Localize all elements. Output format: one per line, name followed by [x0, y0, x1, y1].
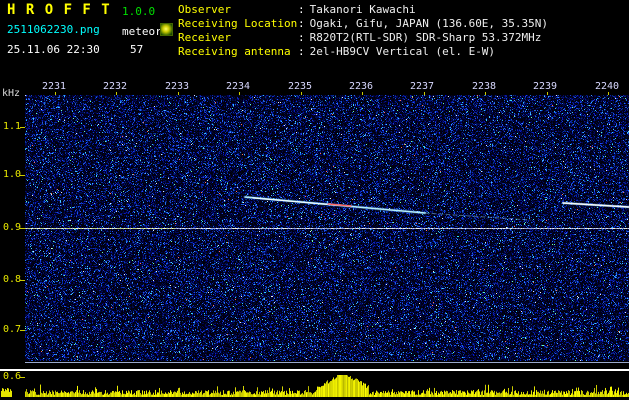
date-time-label: 25.11.06 22:30 — [7, 43, 100, 56]
info-colon: : — [298, 45, 305, 58]
meteor-icon — [160, 23, 173, 36]
freq-tick-label: 0.6 — [3, 371, 22, 382]
info-label: Receiving Location — [178, 17, 298, 30]
info-colon: : — [298, 17, 305, 30]
time-tick-label: 2232 — [103, 81, 128, 92]
info-value: Takanori Kawachi — [309, 3, 416, 16]
frequency-unit-label: kHz — [2, 88, 21, 99]
app-version: 1.0.0 — [122, 5, 156, 18]
time-tick-label: 2238 — [472, 81, 497, 92]
time-tick-label: 2237 — [410, 81, 435, 92]
info-colon: : — [298, 3, 305, 16]
info-value: Ogaki, Gifu, JAPAN (136.60E, 35.35N) — [309, 17, 549, 30]
signal-level-canvas — [0, 372, 629, 398]
time-tick-label: 2235 — [288, 81, 313, 92]
info-row-receiver: Receiver: R820T2(RTL-SDR) SDR-Sharp 53.37… — [178, 31, 548, 45]
info-row-observer: Observer: Takanori Kawachi — [178, 3, 548, 17]
app-title: H R O F F T — [7, 2, 111, 18]
time-tick-label: 2234 — [226, 81, 251, 92]
time-tick-label: 2233 — [165, 81, 190, 92]
level-meter-top-line — [0, 369, 629, 371]
info-label: Receiver — [178, 31, 231, 44]
output-filename: 2511062230.png — [7, 23, 100, 36]
info-row-antenna: Receiving antenna:2el-HB9CV Vertical (el… — [178, 45, 548, 59]
time-tick-label: 2240 — [595, 81, 620, 92]
info-label: Receiving antenna — [178, 45, 291, 58]
mode-label: meteor — [122, 25, 162, 38]
info-value: R820T2(RTL-SDR) SDR-Sharp 53.372MHz — [309, 31, 542, 44]
echo-count: 57 — [130, 43, 144, 56]
spectrogram-bottom-line — [25, 362, 629, 363]
freq-tick-label: 1.0 — [3, 169, 22, 180]
freq-tick-label: 1.1 — [3, 121, 22, 132]
info-value: 2el-HB9CV Vertical (el. E-W) — [309, 45, 496, 58]
station-info-block: Observer: Takanori Kawachi Receiving Loca… — [178, 3, 548, 59]
info-colon: : — [298, 31, 305, 44]
spectrogram-noise-canvas — [25, 95, 629, 361]
freq-tick-label: 0.9 — [3, 222, 22, 233]
info-label: Observer — [178, 3, 231, 16]
info-row-location: Receiving Location: Ogaki, Gifu, JAPAN (1… — [178, 17, 548, 31]
hrofft-window: H R O F F T 1.0.0 2511062230.png meteor … — [0, 0, 629, 400]
freq-tick-label: 0.7 — [3, 324, 22, 335]
time-tick-label: 2239 — [533, 81, 558, 92]
time-tick-label: 2231 — [42, 81, 67, 92]
freq-tick-label: 0.8 — [3, 274, 22, 285]
time-tick-label: 2236 — [349, 81, 374, 92]
